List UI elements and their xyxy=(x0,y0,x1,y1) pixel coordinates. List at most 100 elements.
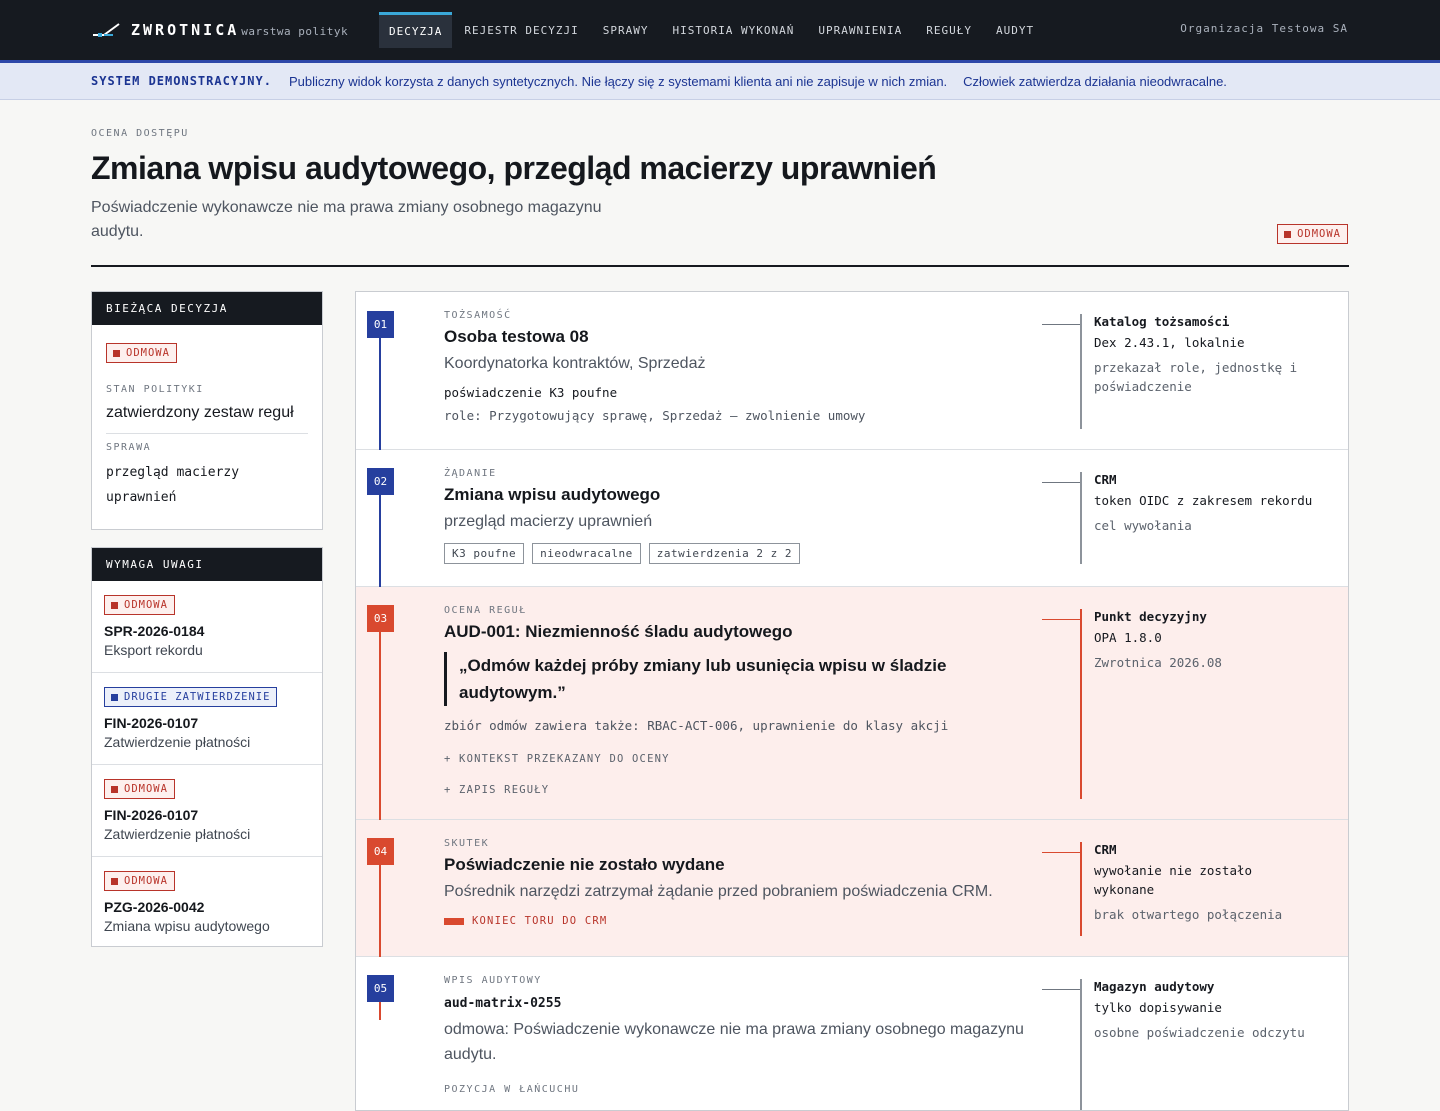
case-description: Zmiana wpisu audytowego xyxy=(104,918,270,934)
source-value: token OIDC z zakresem rekordu xyxy=(1094,493,1313,508)
step-number: 03 xyxy=(367,605,394,632)
badge-label: ODMOWA xyxy=(124,599,168,611)
timeline-step-identity: 01 TOŻSAMOŚĆ Osoba testowa 08 Koordynato… xyxy=(356,292,1348,450)
policy-state-label: STAN POLITYKI xyxy=(106,384,204,395)
step-subtitle: przegląd macierzy uprawnień xyxy=(444,513,653,530)
banner-label: SYSTEM DEMONSTRACYJNY. xyxy=(91,74,272,88)
brand[interactable]: ZWROTNICA warstwa polityk xyxy=(91,0,348,60)
step-subtitle: Pośrednik narzędzi zatrzymał żądanie prz… xyxy=(444,883,993,900)
step-number: 04 xyxy=(367,838,394,865)
source-value: OPA 1.8.0 xyxy=(1094,630,1162,645)
case-id: FIN-2026-0107 xyxy=(104,807,199,823)
source-title: CRM xyxy=(1094,472,1117,487)
badge-label: ODMOWA xyxy=(1297,228,1341,240)
case-label: SPRAWA xyxy=(106,442,152,453)
audit-entry-summary: odmowa: Poświadczenie wykonawcze nie ma … xyxy=(444,1021,1024,1063)
policy-state-value: zatwierdzony zestaw reguł xyxy=(106,404,294,421)
attention-item[interactable]: ODMOWA PZG-2026-0042 Zmiana wpisu audyto… xyxy=(92,857,322,949)
brand-subtitle: warstwa polityk xyxy=(241,25,349,38)
status-square-icon xyxy=(1284,230,1292,238)
banner-text: Publiczny widok korzysta z danych syntet… xyxy=(288,73,948,89)
panel-heading: BIEŻĄCA DECYZJA xyxy=(92,292,322,325)
timeline-step-audit-entry: 05 WPIS AUDYTOWY aud-matrix-0255 odmowa:… xyxy=(356,957,1348,1110)
step-number: 01 xyxy=(367,311,394,338)
step-title: Zmiana wpisu audytowego xyxy=(444,485,661,504)
status-square-icon xyxy=(111,601,118,609)
attention-panel: WYMAGA UWAGI ODMOWA SPR-2026-0184 Ekspor… xyxy=(91,547,323,947)
timeline-line xyxy=(379,338,381,450)
timeline-line xyxy=(379,495,381,587)
case-description: Zatwierdzenie płatności xyxy=(104,826,251,842)
step-label: OCENA REGUŁ xyxy=(444,605,527,616)
page-kicker: OCENA DOSTĘPU xyxy=(91,128,189,139)
case-id: SPR-2026-0184 xyxy=(104,623,205,639)
attention-item[interactable]: ODMOWA SPR-2026-0184 Eksport rekordu xyxy=(92,581,322,673)
rule-record-expander[interactable]: + ZAPIS REGUŁY xyxy=(444,784,1004,796)
roles: role: Przygotowujący sprawę, Sprzedaż – … xyxy=(444,408,866,423)
source-note: przekazał role, jednostkę i poświadczeni… xyxy=(1094,360,1298,394)
tab-reguly[interactable]: REGUŁY xyxy=(914,0,984,60)
badge-label: ODMOWA xyxy=(124,875,168,887)
status-badge: ODMOWA xyxy=(106,343,177,363)
source-note: cel wywołania xyxy=(1094,518,1192,533)
step-label: SKUTEK xyxy=(444,838,490,849)
end-of-track-marker: KONIEC TORU DO CRM xyxy=(444,915,993,927)
credential: poświadczenie K3 poufne xyxy=(444,385,618,400)
timeline-line xyxy=(379,632,381,820)
case-description: Zatwierdzenie płatności xyxy=(104,734,251,750)
current-decision-panel: BIEŻĄCA DECYZJA ODMOWA STAN POLITYKI zat… xyxy=(91,291,323,530)
banner-text-2: Człowiek zatwierdza działania nieodwraca… xyxy=(963,73,1227,89)
switch-logo-icon xyxy=(91,21,121,39)
source-title: Magazyn audytowy xyxy=(1094,979,1215,994)
tab-historia-wykonan[interactable]: HISTORIA WYKONAŃ xyxy=(660,0,806,60)
status-square-icon xyxy=(113,349,120,357)
case-id: PZG-2026-0042 xyxy=(104,899,205,915)
tab-audyt[interactable]: AUDYT xyxy=(984,0,1046,60)
source-note: brak otwartego połączenia xyxy=(1094,907,1283,922)
tab-sprawy[interactable]: SPRAWY xyxy=(591,0,661,60)
status-badge: ODMOWA xyxy=(104,595,175,615)
tag: zatwierdzenia 2 z 2 xyxy=(648,543,801,564)
header-divider xyxy=(91,265,1349,267)
timeline-step-request: 02 ŻĄDANIE Zmiana wpisu audytowego przeg… xyxy=(356,450,1348,587)
status-square-icon xyxy=(111,693,118,701)
page-title: Zmiana wpisu audytowego, przegląd macier… xyxy=(91,150,937,186)
nav-tabs: DECYZJA REJESTR DECYZJI SPRAWY HISTORIA … xyxy=(379,0,1046,60)
status-square-icon xyxy=(111,785,118,793)
status-badge: DRUGIE ZATWIERDZENIE xyxy=(104,687,278,707)
source-value: tylko dopisywanie xyxy=(1094,1000,1222,1015)
case-value: przegląd macierzy uprawnień xyxy=(106,465,240,505)
decision-timeline: 01 TOŻSAMOŚĆ Osoba testowa 08 Koordynato… xyxy=(355,291,1349,1111)
organization-name[interactable]: Organizacja Testowa SA xyxy=(1180,22,1348,35)
tab-decyzja[interactable]: DECYZJA xyxy=(379,12,453,48)
step-label: WPIS AUDYTOWY xyxy=(444,975,542,986)
status-badge: ODMOWA xyxy=(104,871,175,891)
top-nav: ZWROTNICA warstwa polityk DECYZJA REJEST… xyxy=(0,0,1440,60)
badge-label: DRUGIE ZATWIERDZENIE xyxy=(124,691,271,703)
demo-banner: SYSTEM DEMONSTRACYJNY. Publiczny widok k… xyxy=(0,60,1440,100)
decision-status-badge: ODMOWA xyxy=(1277,224,1348,244)
source-value: Dex 2.43.1, lokalnie xyxy=(1094,335,1245,350)
case-description: Eksport rekordu xyxy=(104,642,203,658)
step-label: TOŻSAMOŚĆ xyxy=(444,310,512,321)
source-title: CRM xyxy=(1094,842,1117,857)
step-number: 05 xyxy=(367,975,394,1002)
chain-position-label: POZYCJA W ŁAŃCUCHU xyxy=(444,1084,580,1095)
attention-item[interactable]: DRUGIE ZATWIERDZENIE FIN-2026-0107 Zatwi… xyxy=(92,673,322,765)
case-id: FIN-2026-0107 xyxy=(104,715,199,731)
divider xyxy=(106,433,308,434)
timeline-line xyxy=(379,865,381,957)
tag: K3 poufne xyxy=(444,543,525,564)
tab-rejestr-decyzji[interactable]: REJESTR DECYZJI xyxy=(452,0,590,60)
rule-quote: „Odmów każdej próby zmiany lub usunięcia… xyxy=(444,652,1004,706)
timeline-line xyxy=(379,1002,381,1020)
timeline-step-rule-evaluation: 03 OCENA REGUŁ AUD-001: Niezmienność śla… xyxy=(356,587,1348,820)
end-of-track-label: KONIEC TORU DO CRM xyxy=(472,915,608,927)
step-title: Osoba testowa 08 xyxy=(444,327,589,346)
tab-uprawnienia[interactable]: UPRAWNIENIA xyxy=(806,0,914,60)
attention-item[interactable]: ODMOWA FIN-2026-0107 Zatwierdzenie płatn… xyxy=(92,765,322,857)
badge-label: ODMOWA xyxy=(124,783,168,795)
source-note: Zwrotnica 2026.08 xyxy=(1094,655,1222,670)
context-expander[interactable]: + KONTEKST PRZEKAZANY DO OCENY xyxy=(444,753,1004,765)
tag: nieodwracalne xyxy=(532,543,641,564)
